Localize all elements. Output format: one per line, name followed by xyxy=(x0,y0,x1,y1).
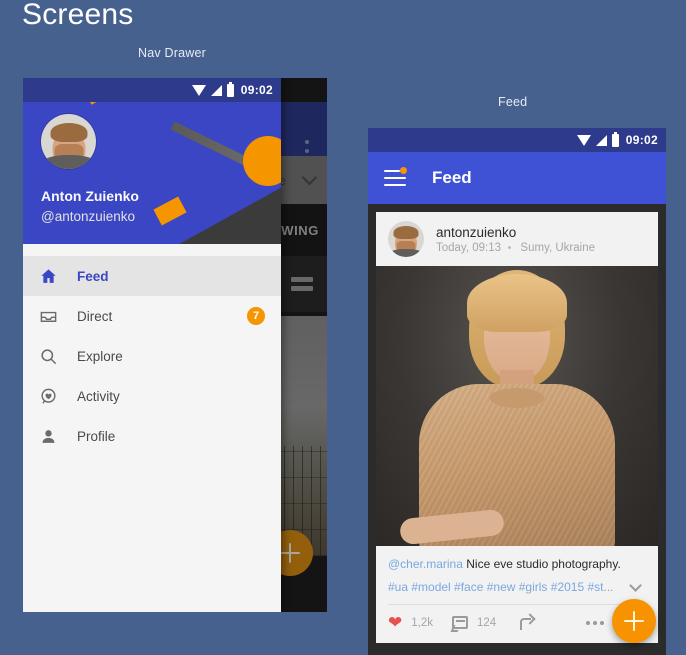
search-icon xyxy=(39,347,69,366)
nav-drawer-phone: e WING 09:02 Anton Zuienko @antonzuienko… xyxy=(23,78,327,612)
drawer-menu-list: Feed Direct 7 Explore Activity Profile xyxy=(23,244,281,612)
sidebar-item-label: Direct xyxy=(77,308,113,324)
signal-icon xyxy=(210,84,222,96)
status-badge: 7 xyxy=(247,307,265,325)
chevron-down-icon[interactable] xyxy=(629,579,642,592)
activity-icon xyxy=(39,387,69,406)
screens-board: Screens Nav Drawer Feed e WING 09:02 Ant… xyxy=(0,0,686,655)
sidebar-item-label: Activity xyxy=(77,388,120,404)
sidebar-item-profile[interactable]: Profile xyxy=(23,416,281,456)
post-meta: antonzuienko Today, 09:13 Sumy, Ukraine xyxy=(436,225,595,254)
home-icon xyxy=(39,267,69,286)
sidebar-item-feed[interactable]: Feed xyxy=(23,256,281,296)
feed-status-bar: 09:02 xyxy=(368,128,666,152)
post-timestamp: Today, 09:13 xyxy=(436,241,502,254)
post-caption-area: @cher.marina Nice eve studio photography… xyxy=(376,546,658,595)
sidebar-item-activity[interactable]: Activity xyxy=(23,376,281,416)
person-icon xyxy=(39,427,69,446)
status-bar-time: 09:02 xyxy=(625,133,658,147)
post-hashtags[interactable]: #ua #model #face #new #girls #2015 #st..… xyxy=(388,580,613,594)
page-title: Feed xyxy=(432,168,472,187)
wifi-icon xyxy=(576,134,591,146)
comment-count: 124 xyxy=(477,616,497,629)
sidebar-item-explore[interactable]: Explore xyxy=(23,336,281,376)
feed-post-card: antonzuienko Today, 09:13 Sumy, Ukraine xyxy=(376,212,658,644)
feed-phone: 09:02 Feed antonzuienko Today, 09:13 Sum… xyxy=(368,128,666,655)
avatar[interactable] xyxy=(41,114,96,169)
battery-icon xyxy=(611,131,619,147)
sidebar-item-label: Explore xyxy=(77,348,123,364)
caption-mention[interactable]: @cher.marina xyxy=(388,557,463,571)
add-icon xyxy=(624,611,644,631)
sidebar-item-direct[interactable]: Direct 7 xyxy=(23,296,281,336)
like-count: 1,2k xyxy=(411,616,433,629)
more-options-icon[interactable] xyxy=(585,620,604,625)
signal-icon xyxy=(595,134,607,146)
avatar[interactable] xyxy=(388,221,424,257)
share-icon[interactable] xyxy=(519,616,534,630)
panel-caption-feed: Feed xyxy=(498,95,528,109)
post-header: antonzuienko Today, 09:13 Sumy, Ukraine xyxy=(376,212,658,266)
drawer-user-name: Anton Zuienko xyxy=(41,188,139,204)
post-tags-row: #ua #model #face #new #girls #2015 #st..… xyxy=(388,579,646,594)
separator-dot xyxy=(508,245,512,249)
drawer-header: 09:02 Anton Zuienko @antonzuienko xyxy=(23,78,281,244)
post-caption-line: @cher.marina Nice eve studio photography… xyxy=(388,556,646,573)
battery-icon xyxy=(226,81,234,97)
comment-icon[interactable] xyxy=(452,616,468,630)
feed-app-bar: Feed xyxy=(368,152,666,204)
drawer-user-handle: @antonzuienko xyxy=(41,209,136,224)
drawer-status-bar: 09:02 xyxy=(23,78,281,102)
sidebar-item-label: Feed xyxy=(77,268,109,284)
heart-icon[interactable]: ❤ xyxy=(388,614,402,631)
navigation-drawer: 09:02 Anton Zuienko @antonzuienko Feed D… xyxy=(23,78,281,612)
caption-text: Nice eve studio photography. xyxy=(466,557,621,571)
post-username[interactable]: antonzuienko xyxy=(436,225,595,240)
add-post-fab[interactable] xyxy=(612,599,656,643)
post-photo[interactable] xyxy=(376,266,658,546)
inbox-icon xyxy=(39,307,69,326)
post-subtitle: Today, 09:13 Sumy, Ukraine xyxy=(436,242,595,254)
post-location[interactable]: Sumy, Ukraine xyxy=(520,242,595,254)
sidebar-item-label: Profile xyxy=(77,428,116,444)
status-bar-time: 09:02 xyxy=(240,83,273,97)
wifi-icon xyxy=(191,84,206,96)
notification-dot-icon xyxy=(400,167,407,174)
page-title: Screens xyxy=(22,0,134,31)
hamburger-menu-icon[interactable] xyxy=(384,167,407,186)
panel-caption-nav-drawer: Nav Drawer xyxy=(138,46,206,60)
